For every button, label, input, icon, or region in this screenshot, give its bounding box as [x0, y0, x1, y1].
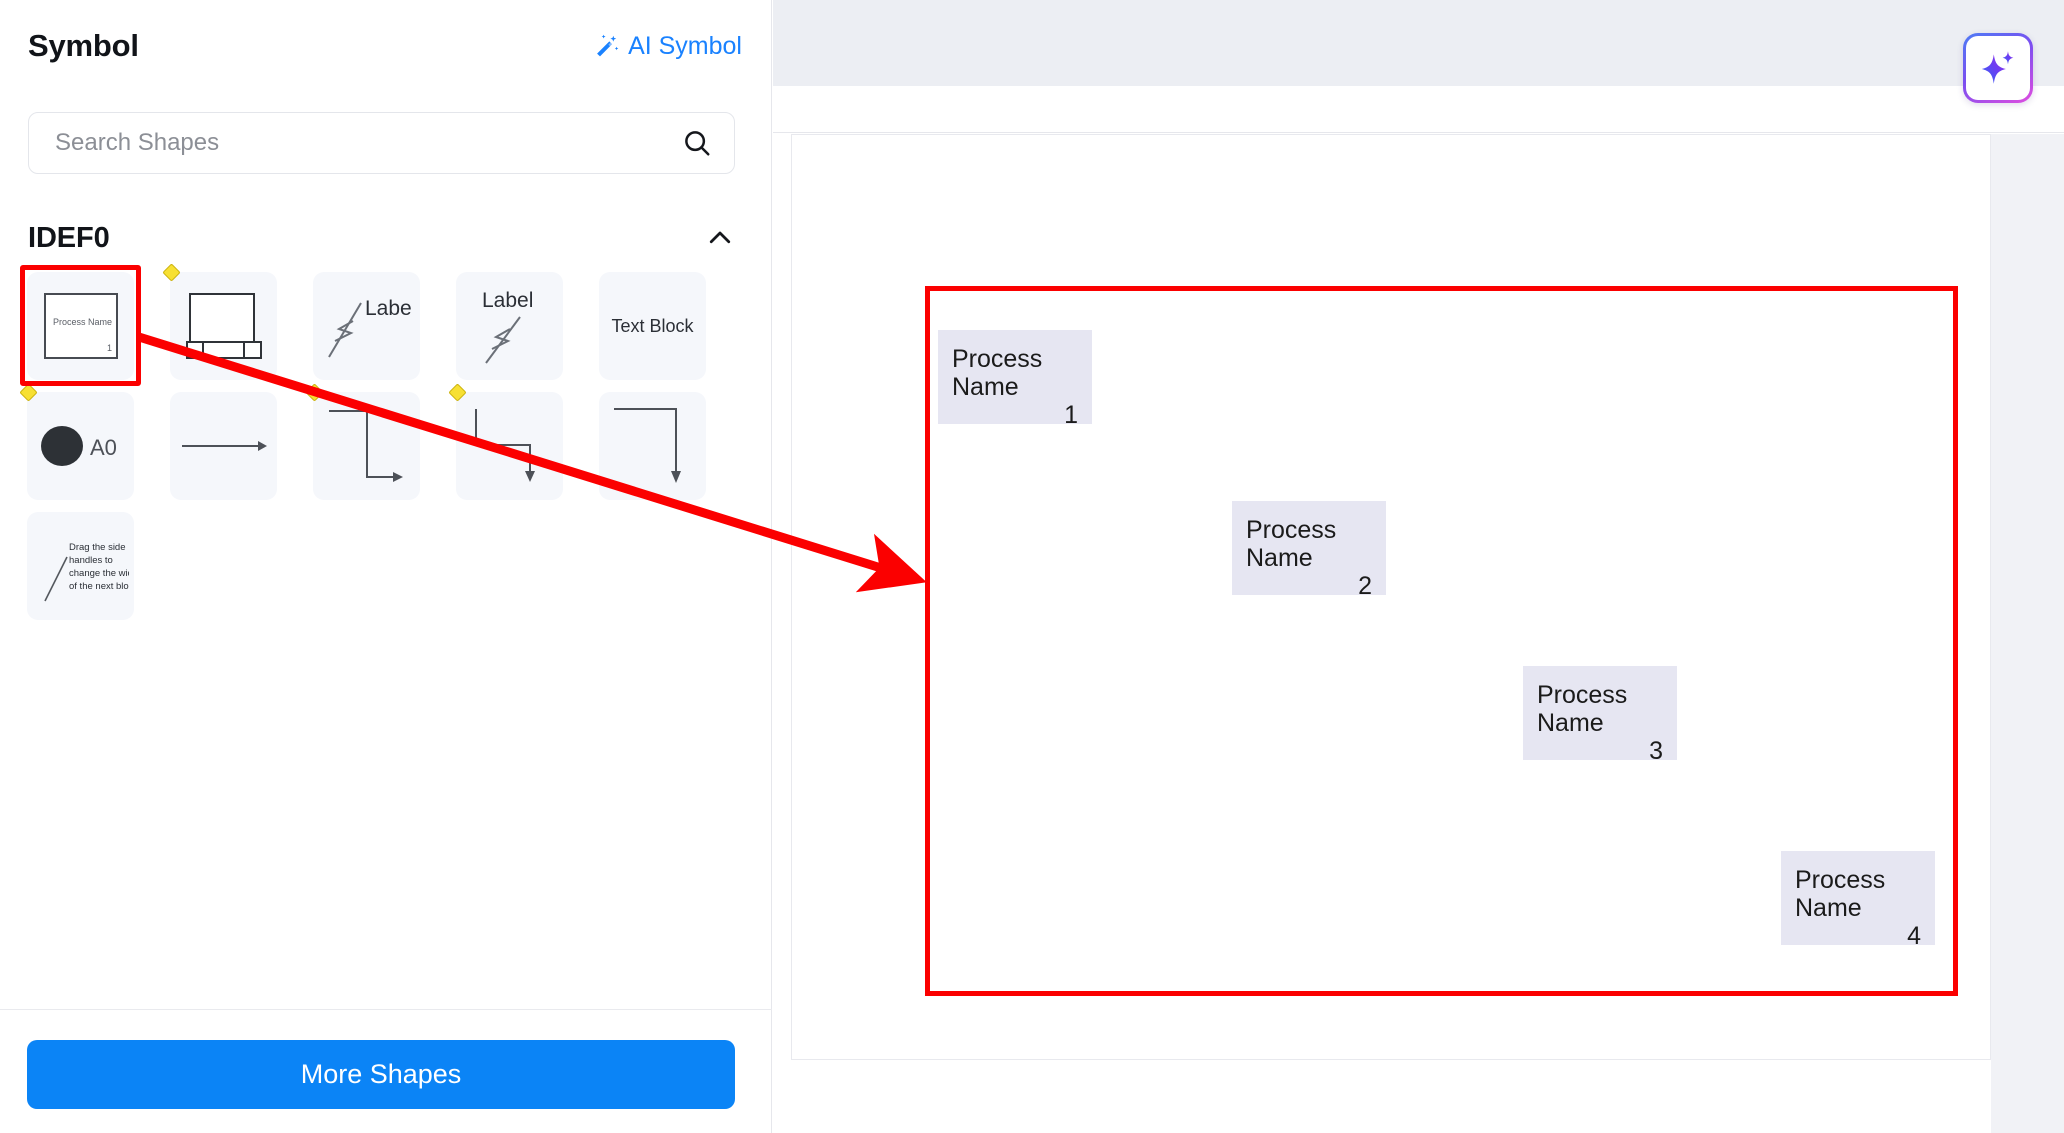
process-block-name: Process Name	[952, 345, 1043, 401]
search-shapes-field[interactable]	[28, 112, 735, 174]
magic-wand-sparkle-icon	[593, 32, 621, 60]
shape-tile-corner-arrow-down[interactable]	[599, 392, 706, 500]
secondary-toolbar-band	[773, 86, 2064, 133]
process-block-number: 1	[1064, 401, 1078, 429]
shape-tile-segmented-box[interactable]	[162, 263, 277, 380]
sidebar-header: Symbol AI Symbol	[0, 0, 772, 92]
shape-library-sidebar: Symbol AI Symbol Search Shapes IDEF0 Pro…	[0, 0, 772, 1133]
section-title: IDEF0	[28, 221, 110, 254]
process-block-name: Process Name	[1795, 866, 1886, 922]
search-input[interactable]	[55, 129, 682, 157]
process-block-number: 3	[1649, 737, 1663, 765]
process-block[interactable]: Process Name 1	[938, 330, 1092, 429]
ai-assistant-fab[interactable]	[1963, 33, 2033, 103]
shape-tile-z-arrow-down[interactable]	[448, 383, 563, 500]
more-shapes-button[interactable]: More Shapes	[27, 1040, 735, 1109]
svg-text:1: 1	[107, 343, 112, 353]
shape-grid: Process Name 1 Label Label Text Block A0…	[19, 263, 737, 632]
process-block[interactable]: Process Name 2	[1232, 501, 1386, 600]
app-root: Symbol AI Symbol Search Shapes IDEF0 Pro…	[0, 0, 2064, 1133]
horizontal-scrollbar[interactable]	[773, 1103, 1991, 1123]
ai-symbol-label: AI Symbol	[628, 31, 742, 60]
resize-handle-icon[interactable]	[448, 383, 467, 402]
svg-text:A0: A0	[90, 435, 117, 460]
shape-tile-side-handle-note[interactable]: Drag the side handles to change the widt…	[27, 512, 134, 620]
resize-handle-icon[interactable]	[162, 263, 181, 282]
shape-tile-straight-arrow[interactable]	[170, 392, 277, 500]
process-block-name: Process Name	[1246, 516, 1337, 572]
svg-text:Drag the side hand: Drag the side handles to change the widt…	[69, 542, 129, 592]
shape-tile-label-top[interactable]: Label	[456, 272, 563, 380]
process-block-name: Process Name	[1537, 681, 1628, 737]
shape-tile-text-block[interactable]: Text Block	[599, 272, 706, 380]
ai-sparkle-icon	[1966, 36, 2030, 100]
process-block[interactable]: Process Name 4	[1781, 851, 1935, 950]
process-block-number: 2	[1358, 572, 1372, 600]
page-title: Symbol	[28, 28, 139, 63]
svg-text:Process Name: Process Name	[53, 317, 112, 327]
shape-tile-label-right[interactable]: Label	[313, 272, 420, 380]
svg-text:Label: Label	[482, 289, 533, 312]
shape-tile-text-block-label: Text Block	[611, 315, 694, 336]
sidebar-footer-divider	[0, 1009, 772, 1010]
shape-tile-process-box[interactable]: Process Name 1	[27, 272, 134, 380]
section-header-idef0[interactable]: IDEF0	[28, 218, 735, 258]
shape-tile-s-arrow-right[interactable]	[305, 383, 420, 500]
resize-handle-icon[interactable]	[305, 383, 324, 402]
toolbar-band	[773, 0, 2064, 86]
canvas-right-margin	[1991, 134, 2064, 1133]
search-icon[interactable]	[682, 128, 712, 158]
process-block-number: 4	[1907, 922, 1921, 950]
canvas-area	[773, 0, 2064, 1133]
ai-symbol-button[interactable]: AI Symbol	[593, 32, 742, 61]
svg-text:Label: Label	[365, 297, 413, 320]
resize-handle-icon[interactable]	[19, 383, 38, 402]
process-block[interactable]: Process Name 3	[1523, 666, 1677, 765]
chevron-up-icon[interactable]	[705, 223, 735, 253]
shape-tile-node-a0[interactable]: A0	[19, 383, 134, 500]
